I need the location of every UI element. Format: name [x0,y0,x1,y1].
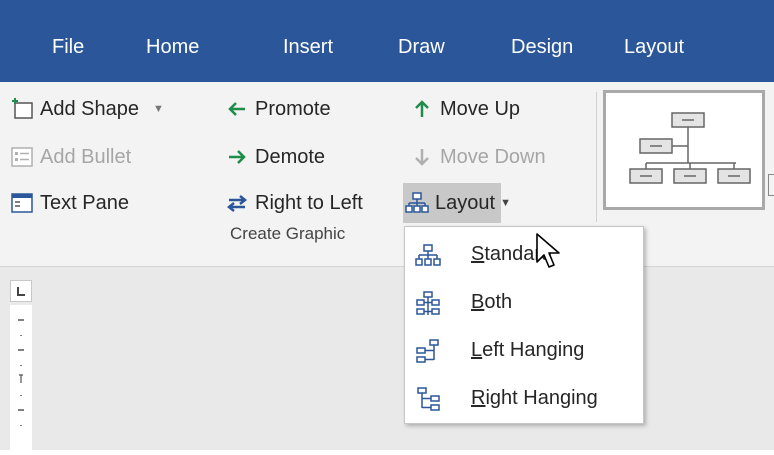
tab-file[interactable]: File [52,36,84,59]
tab-selector[interactable] [10,280,32,302]
next-layout-thumbnail-edge[interactable] [768,174,774,196]
chevron-down-icon: ▼ [500,197,511,209]
arrow-left-icon [225,97,249,121]
move-down-button[interactable]: Move Down [410,144,546,170]
add-shape-button[interactable]: Add Shape ▼ [10,96,164,122]
vertical-ruler [10,305,32,450]
menu-item-standard[interactable]: Standard [405,233,643,277]
org-chart-left-hanging-icon [415,339,441,365]
menu-item-both[interactable]: Both [405,281,643,325]
promote-button[interactable]: Promote [225,96,331,122]
move-up-button[interactable]: Move Up [410,96,520,122]
org-chart-both-icon [415,291,441,317]
right-to-left-button[interactable]: Right to Left [225,190,363,216]
right-to-left-label: Right to Left [255,191,363,214]
text-pane-button[interactable]: Text Pane [10,190,129,216]
tab-layout[interactable]: Layout [624,36,684,59]
demote-button[interactable]: Demote [225,144,325,170]
tab-home[interactable]: Home [146,36,199,59]
bullet-list-icon [10,145,34,169]
tab-insert[interactable]: Insert [283,36,333,59]
layout-button[interactable]: Layout ▼ [405,190,511,216]
arrow-right-icon [225,145,249,169]
menu-item-label: Both [471,291,513,313]
layout-dropdown-menu: Standard Both Left Hanging Right Hanging [404,226,644,424]
text-pane-label: Text Pane [40,191,129,214]
document-area [0,267,774,450]
ribbon-tab-bar: File Home Insert Draw Design Layout [0,0,774,82]
tab-design[interactable]: Design [511,36,573,59]
text-pane-icon [10,191,34,215]
menu-item-label: Left Hanging [471,339,585,361]
promote-label: Promote [255,97,331,120]
mouse-pointer-icon [535,232,561,272]
move-down-label: Move Down [440,145,546,168]
create-graphic-group-label: Create Graphic [230,224,346,243]
demote-label: Demote [255,145,326,168]
move-up-label: Move Up [440,97,521,120]
swap-arrows-icon [225,191,249,215]
org-chart-icon [405,191,429,215]
chevron-down-icon[interactable]: ▼ [153,103,164,115]
arrow-up-icon [410,97,434,121]
tab-draw[interactable]: Draw [398,36,445,59]
add-shape-label: Add Shape [40,97,139,120]
menu-item-left-hanging[interactable]: Left Hanging [405,329,643,373]
layouts-gallery-thumbnail[interactable] [603,90,765,210]
add-bullet-button[interactable]: Add Bullet [10,144,131,170]
group-divider [596,92,597,222]
menu-item-right-hanging[interactable]: Right Hanging [405,377,643,421]
add-shape-icon [10,97,34,121]
org-chart-standard-icon [415,243,441,269]
arrow-down-icon [410,145,434,169]
org-chart-right-hanging-icon [415,387,441,413]
menu-item-label: Right Hanging [471,387,598,409]
ribbon-panel: Add Shape ▼ Add Bullet Text Pane Promote… [0,82,774,267]
add-bullet-label: Add Bullet [40,145,132,168]
layout-label: Layout [435,191,496,214]
